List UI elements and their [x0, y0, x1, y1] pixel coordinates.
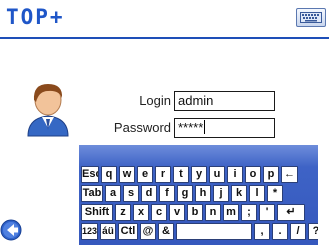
keyboard-row-1: Esc q w e r t y u i o p ← — [81, 166, 298, 183]
password-label: Password — [113, 120, 171, 135]
key-period[interactable]: . — [272, 223, 288, 240]
key-asterisk[interactable]: * — [267, 185, 283, 202]
key-x[interactable]: x — [133, 204, 149, 221]
key-a[interactable]: a — [105, 185, 121, 202]
app-title: TOP+ — [6, 5, 65, 29]
password-input-value: ***** — [178, 120, 204, 135]
key-semicolon[interactable]: ; — [241, 204, 257, 221]
keyboard-toggle-button[interactable] — [296, 8, 326, 27]
keyboard-row-2: Tab a s d f g h j k l * — [81, 185, 283, 202]
key-numbers[interactable]: 123 — [81, 223, 98, 240]
key-ctrl[interactable]: Ctl — [118, 223, 138, 240]
key-slash[interactable]: / — [290, 223, 306, 240]
key-m[interactable]: m — [223, 204, 239, 221]
key-l[interactable]: l — [249, 185, 265, 202]
key-c[interactable]: c — [151, 204, 167, 221]
key-w[interactable]: w — [119, 166, 135, 183]
key-h[interactable]: h — [195, 185, 211, 202]
keyboard-row-3: Shift z x c v b n m ; ' ↵ — [81, 204, 305, 221]
key-apostrophe[interactable]: ' — [259, 204, 275, 221]
header-divider — [0, 37, 329, 39]
key-question[interactable]: ? — [308, 223, 318, 240]
key-enter[interactable]: ↵ — [277, 204, 305, 221]
key-ampersand[interactable]: & — [158, 223, 174, 240]
password-input[interactable]: ***** — [174, 118, 275, 138]
keyboard-row-4: 123 áü Ctl @ & , . / ? — [81, 223, 318, 240]
key-z[interactable]: z — [115, 204, 131, 221]
key-space[interactable] — [176, 223, 252, 240]
on-screen-keyboard: Esc q w e r t y u i o p ← Tab a s d f g … — [79, 145, 318, 245]
key-b[interactable]: b — [187, 204, 203, 221]
key-i[interactable]: i — [227, 166, 243, 183]
keyboard-icon — [300, 12, 322, 23]
key-t[interactable]: t — [173, 166, 189, 183]
key-accents[interactable]: áü — [100, 223, 116, 240]
key-q[interactable]: q — [101, 166, 117, 183]
key-s[interactable]: s — [123, 185, 139, 202]
key-k[interactable]: k — [231, 185, 247, 202]
key-n[interactable]: n — [205, 204, 221, 221]
key-f[interactable]: f — [159, 185, 175, 202]
title-bar: TOP+ — [0, 0, 329, 36]
key-g[interactable]: g — [177, 185, 193, 202]
login-input[interactable]: admin — [174, 91, 275, 111]
text-cursor — [204, 120, 206, 134]
key-u[interactable]: u — [209, 166, 225, 183]
key-comma[interactable]: , — [254, 223, 270, 240]
back-arrow-icon — [0, 219, 22, 241]
back-button[interactable] — [0, 219, 22, 241]
login-input-value: admin — [178, 93, 214, 108]
key-tab[interactable]: Tab — [81, 185, 103, 202]
key-backspace[interactable]: ← — [281, 166, 298, 183]
key-p[interactable]: p — [263, 166, 279, 183]
key-esc[interactable]: Esc — [81, 166, 99, 183]
login-label: Login — [139, 93, 171, 108]
key-e[interactable]: e — [137, 166, 153, 183]
key-r[interactable]: r — [155, 166, 171, 183]
key-d[interactable]: d — [141, 185, 157, 202]
key-j[interactable]: j — [213, 185, 229, 202]
key-at[interactable]: @ — [140, 223, 156, 240]
key-shift[interactable]: Shift — [81, 204, 113, 221]
key-y[interactable]: y — [191, 166, 207, 183]
key-o[interactable]: o — [245, 166, 261, 183]
key-v[interactable]: v — [169, 204, 185, 221]
